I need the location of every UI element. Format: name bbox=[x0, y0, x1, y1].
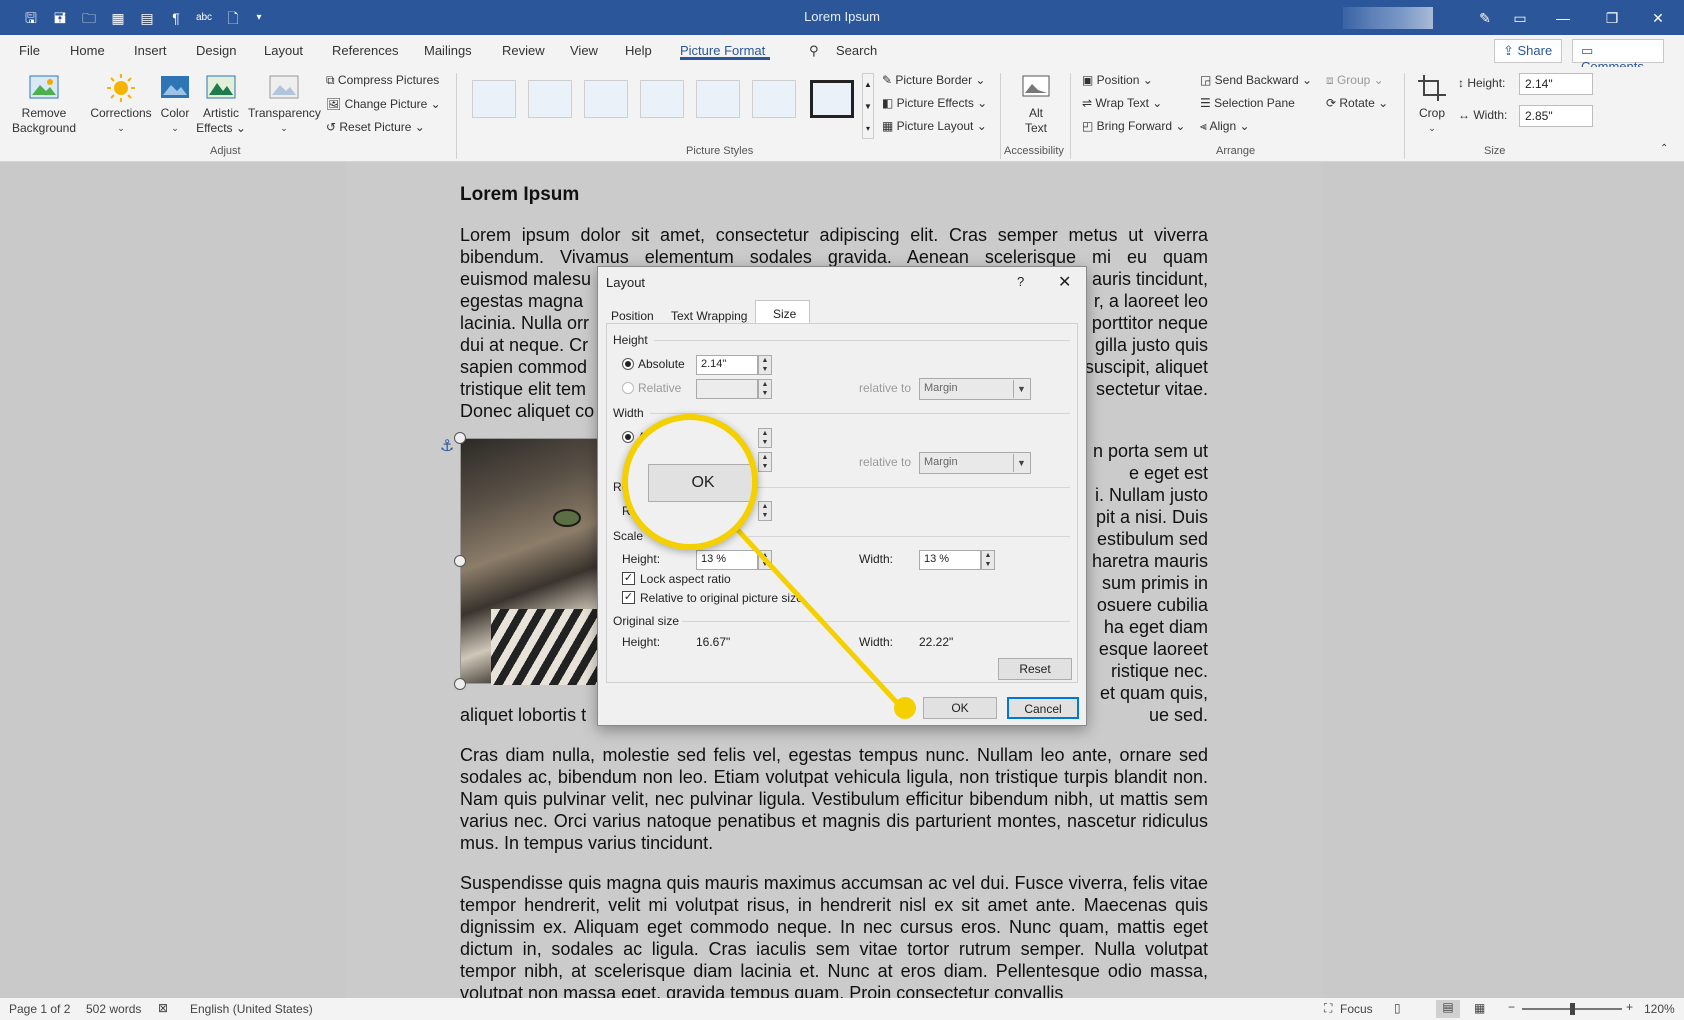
callout-dot bbox=[894, 697, 916, 719]
callout-ok-label: OK bbox=[648, 464, 752, 502]
callout-magnifier: OK bbox=[622, 414, 758, 550]
callout-overlay bbox=[734, 526, 916, 719]
callout-line bbox=[734, 526, 902, 708]
